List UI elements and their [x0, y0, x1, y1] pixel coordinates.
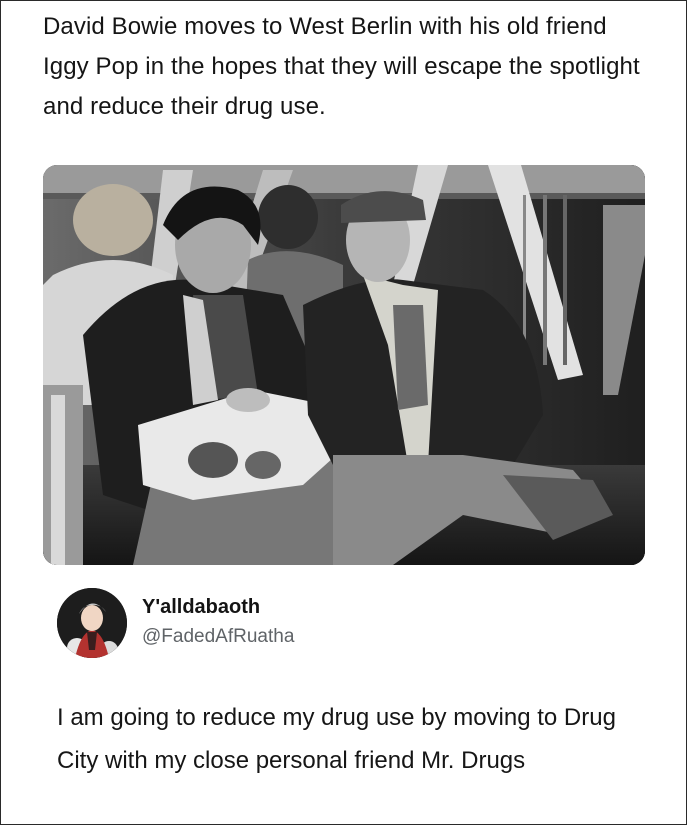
reply-text: I am going to reduce my drug use by movi…	[57, 704, 616, 774]
display-name[interactable]: Y'alldabaoth	[142, 596, 260, 619]
post-headline: David Bowie moves to West Berlin with hi…	[43, 13, 640, 120]
reply-tweet: Y'alldabaoth @FadedAfRuatha I am going t…	[1, 566, 686, 824]
meme-post: David Bowie moves to West Berlin with hi…	[0, 0, 687, 825]
user-handle[interactable]: @FadedAfRuatha	[142, 626, 294, 648]
post-photo[interactable]	[43, 165, 645, 565]
avatar[interactable]	[57, 588, 127, 658]
